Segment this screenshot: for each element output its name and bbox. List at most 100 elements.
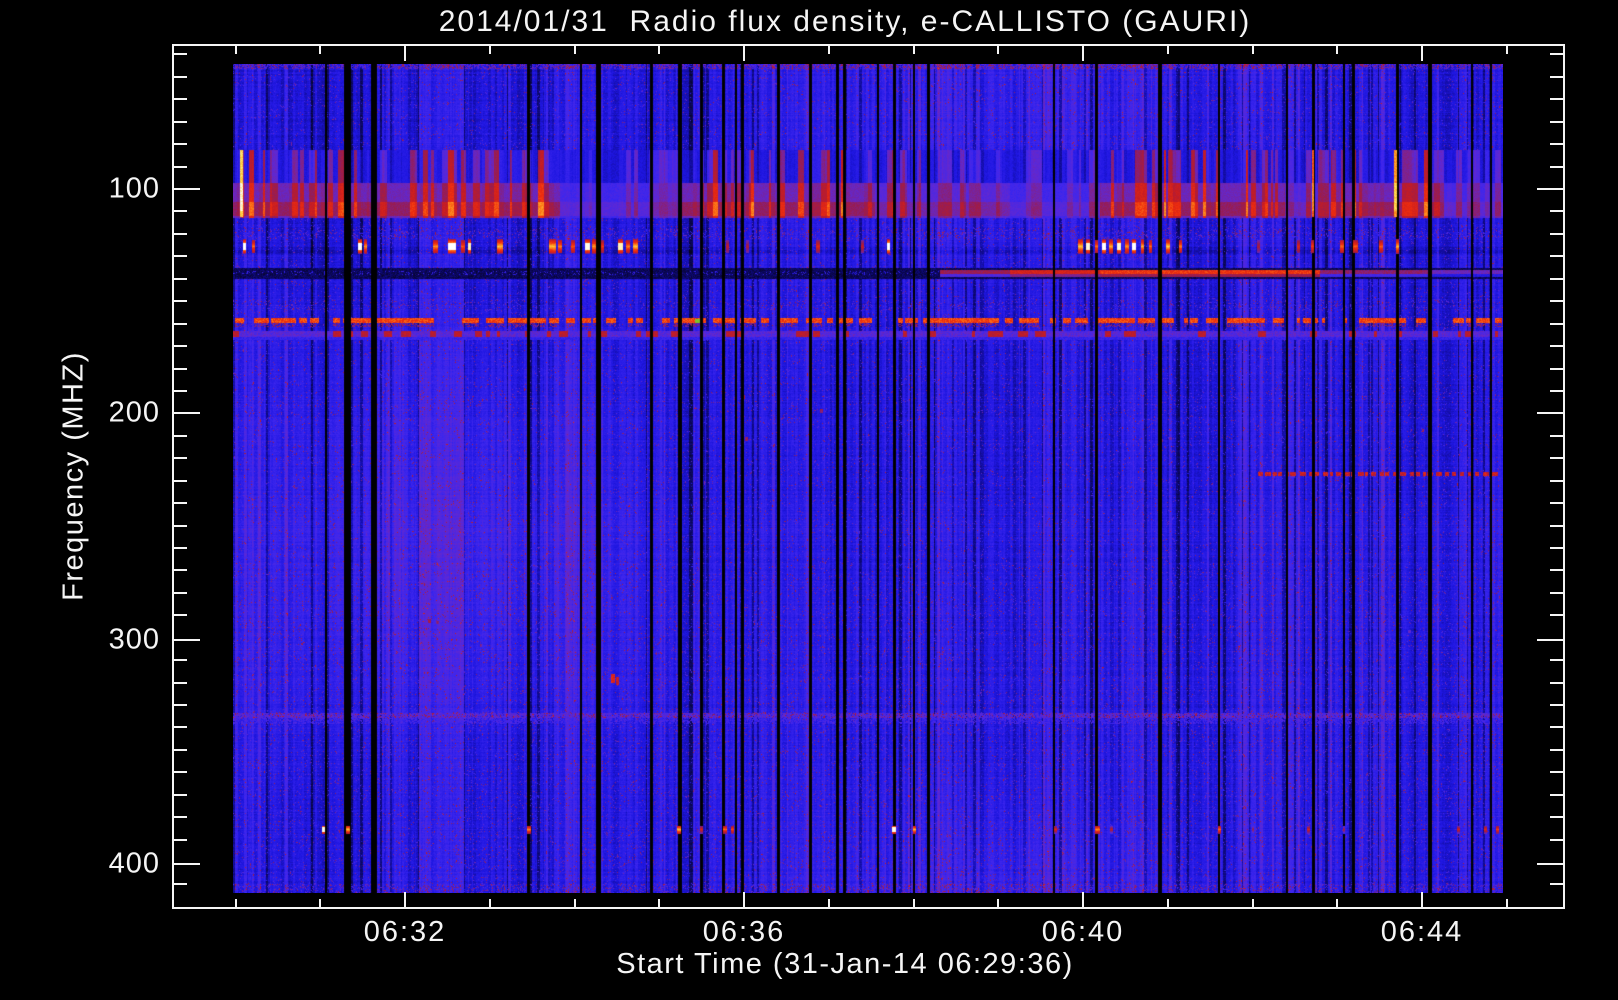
axis-tick [1082, 46, 1084, 61]
axis-tick [174, 165, 187, 168]
axis-tick [1537, 639, 1563, 641]
axis-tick [827, 46, 830, 54]
axis-tick [174, 681, 187, 684]
axis-tick [1550, 367, 1563, 370]
axis-tick [1550, 546, 1563, 549]
axis-tick [1550, 569, 1563, 572]
axis-tick [174, 389, 187, 392]
axis-tick [1550, 389, 1563, 392]
axis-tick [1251, 899, 1254, 907]
axis-tick [1550, 232, 1563, 235]
axis-tick [1550, 143, 1563, 146]
axis-tick [174, 300, 187, 303]
axis-tick [488, 46, 491, 54]
axis-tick [174, 143, 187, 146]
axis-tick [174, 322, 187, 325]
axis-tick [174, 255, 187, 258]
axis-tick [404, 892, 406, 907]
axis-tick [1550, 277, 1563, 280]
axis-tick [174, 546, 187, 549]
axis-tick [1550, 726, 1563, 729]
axis-tick [1166, 899, 1169, 907]
axis-tick [1537, 863, 1563, 865]
axis-tick [234, 899, 237, 907]
axis-tick [1550, 165, 1563, 168]
axis-tick [1550, 771, 1563, 774]
axis-tick [1421, 46, 1423, 61]
axis-tick [174, 434, 187, 437]
axis-tick [1550, 322, 1563, 325]
axis-tick [174, 53, 187, 56]
page-title: 2014/01/31 Radio flux density, e-CALLIST… [438, 5, 1252, 38]
axis-tick [1550, 524, 1563, 527]
axis-tick [1550, 75, 1563, 78]
axis-tick [1550, 255, 1563, 258]
axis-tick [1550, 479, 1563, 482]
axis-tick [404, 46, 406, 61]
axis-tick [1251, 46, 1254, 54]
axis-tick [1550, 591, 1563, 594]
plot-frame [172, 44, 1565, 909]
y-axis-title: Frequency (MHZ) [57, 351, 90, 601]
axis-tick [1550, 703, 1563, 706]
axis-tick [1550, 748, 1563, 751]
axis-tick [174, 457, 187, 460]
axis-tick [743, 892, 745, 907]
axis-tick [234, 46, 237, 54]
x-tick-label: 06:40 [1041, 916, 1125, 948]
axis-tick [1550, 98, 1563, 101]
axis-tick [174, 863, 200, 865]
axis-tick [174, 838, 187, 841]
axis-tick [1550, 816, 1563, 819]
axis-tick [997, 899, 1000, 907]
axis-tick [174, 479, 187, 482]
axis-tick [573, 899, 576, 907]
axis-tick [743, 46, 745, 61]
axis-tick [573, 46, 576, 54]
axis-tick [174, 883, 187, 886]
axis-tick [1336, 899, 1339, 907]
axis-tick [1550, 300, 1563, 303]
y-tick-label: 400 [108, 847, 160, 880]
spectrogram-screen: 2014/01/31 Radio flux density, e-CALLIST… [0, 0, 1618, 1000]
axis-tick [174, 188, 200, 190]
axis-tick [1550, 210, 1563, 213]
x-tick-label: 06:36 [702, 916, 786, 948]
axis-tick [174, 591, 187, 594]
axis-tick [174, 75, 187, 78]
axis-tick [319, 46, 322, 54]
axis-tick [174, 703, 187, 706]
axis-tick [174, 639, 200, 641]
axis-tick [174, 659, 187, 662]
x-axis-title: Start Time (31-Jan-14 06:29:36) [616, 948, 1074, 980]
axis-tick [174, 569, 187, 572]
axis-tick [174, 345, 187, 347]
x-tick-label: 06:32 [363, 916, 447, 948]
axis-tick [912, 899, 915, 907]
axis-tick [912, 46, 915, 54]
axis-tick [174, 816, 187, 819]
axis-tick [1550, 434, 1563, 437]
axis-tick [1550, 345, 1563, 347]
axis-tick [174, 524, 187, 527]
y-tick-label: 300 [108, 623, 160, 656]
axis-tick [319, 899, 322, 907]
axis-tick [1550, 793, 1563, 796]
axis-tick [1505, 899, 1508, 907]
axis-tick [174, 726, 187, 729]
axis-tick [1505, 46, 1508, 54]
axis-tick [174, 412, 200, 414]
axis-tick [174, 232, 187, 235]
axis-tick [174, 277, 187, 280]
axis-tick [1550, 883, 1563, 886]
axis-tick [827, 899, 830, 907]
axis-tick [174, 120, 187, 123]
axis-tick [1550, 614, 1563, 617]
x-tick-label: 06:44 [1380, 916, 1464, 948]
axis-tick [174, 367, 187, 370]
axis-tick [1336, 46, 1339, 54]
axis-tick [1537, 412, 1563, 414]
axis-tick [174, 614, 187, 617]
axis-tick [1550, 502, 1563, 504]
axis-tick [1537, 188, 1563, 190]
